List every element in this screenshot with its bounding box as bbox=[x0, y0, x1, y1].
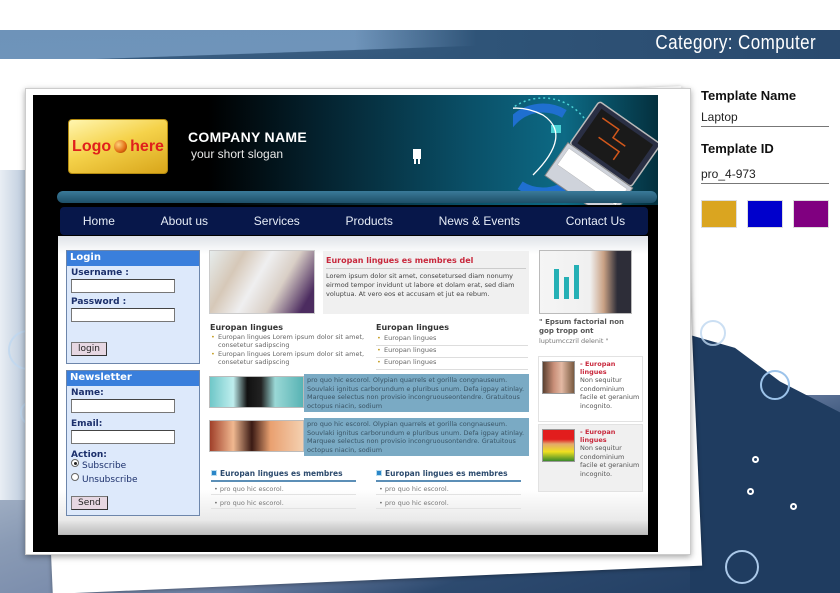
dot-icon bbox=[790, 503, 797, 510]
feature-box: Europan lingues es membres del Lorem ips… bbox=[323, 251, 529, 314]
quote-author: luptumcczril delenit " bbox=[539, 337, 609, 345]
nav-products[interactable]: Products bbox=[346, 214, 393, 228]
col-left-item[interactable]: Europan lingues Lorem ipsum dolor sit am… bbox=[210, 350, 375, 366]
strip-text: pro quo hic escorol. Olypian quarrels et… bbox=[304, 374, 529, 412]
header-divider-bar bbox=[57, 191, 657, 203]
testimonial-text: Non sequitur condominium facile et geran… bbox=[580, 376, 640, 410]
unsubscribe-option[interactable]: Unsubscribe bbox=[71, 473, 195, 485]
template-name-value: Laptop bbox=[701, 110, 829, 127]
unsubscribe-radio[interactable] bbox=[71, 473, 79, 481]
password-input[interactable] bbox=[71, 308, 175, 322]
col-left-item[interactable]: Europan lingues Lorem ipsum dolor sit am… bbox=[210, 333, 375, 349]
list-item[interactable]: • pro quo hic escorol. bbox=[376, 496, 521, 509]
newsletter-email-input[interactable] bbox=[71, 430, 175, 444]
laptop-graphic-icon bbox=[513, 97, 658, 205]
logo-orb-icon bbox=[114, 140, 128, 153]
business-man-photo bbox=[209, 376, 304, 408]
login-box: Login Username : Password : login bbox=[66, 250, 200, 364]
template-screenshot: Logo here COMPANY NAME your short slogan bbox=[33, 95, 658, 552]
username-label: Username : bbox=[71, 268, 129, 278]
newsletter-title: Newsletter bbox=[67, 371, 199, 386]
template-id-label: Template ID bbox=[701, 141, 774, 156]
nav-about-us[interactable]: About us bbox=[161, 214, 208, 228]
list-item[interactable]: • pro quo hic escorol. bbox=[376, 482, 521, 495]
content-bottom-shade bbox=[58, 520, 648, 535]
feature-title[interactable]: Europan lingues es membres del bbox=[326, 256, 526, 269]
logo-text-left: Logo bbox=[72, 137, 112, 155]
testimonial: - Europan lingues Non sequitur condomini… bbox=[538, 356, 643, 422]
testimonial-photo bbox=[542, 429, 575, 462]
send-button[interactable]: Send bbox=[71, 496, 108, 510]
name-label: Name: bbox=[71, 388, 104, 398]
list-item-text[interactable]: pro quo hic escorol. bbox=[220, 499, 284, 507]
newsletter-box: Newsletter Name: Email: Action: Subscrib… bbox=[66, 370, 200, 516]
template-id-value: pro_4-973 bbox=[701, 167, 829, 184]
newsletter-name-input[interactable] bbox=[71, 399, 175, 413]
testimonial-text: Non sequitur condominium facile et geran… bbox=[580, 444, 640, 478]
site-content: Login Username : Password : login Newsle… bbox=[58, 236, 648, 534]
list-heading: Europan lingues es membres bbox=[211, 469, 356, 482]
subscribe-radio[interactable] bbox=[71, 459, 79, 467]
color-swatch-purple[interactable] bbox=[793, 200, 829, 228]
dot-icon bbox=[752, 456, 759, 463]
col-left-heading: Europan lingues bbox=[210, 323, 283, 332]
site-logo[interactable]: Logo here bbox=[68, 119, 168, 174]
square-bullet-icon bbox=[211, 470, 217, 476]
subscribe-option[interactable]: Subscribe bbox=[71, 459, 195, 471]
team-photo bbox=[209, 250, 315, 314]
color-swatch-blue[interactable] bbox=[747, 200, 783, 228]
swirl-icon bbox=[760, 370, 790, 400]
company-slogan: your short slogan bbox=[191, 147, 284, 161]
nav-home[interactable]: Home bbox=[83, 214, 115, 228]
password-label: Password : bbox=[71, 297, 127, 307]
quote-bold: " Epsum factorial non gop tropp ont bbox=[539, 318, 625, 335]
presenter-photo bbox=[539, 250, 632, 314]
testimonial-title[interactable]: - Europan lingues bbox=[580, 428, 642, 444]
strip-text: pro quo hic escorol. Olypian quarrels et… bbox=[304, 418, 529, 456]
list-item[interactable]: • pro quo hic escorol. bbox=[211, 482, 356, 495]
list-item-text[interactable]: pro quo hic escorol. bbox=[385, 485, 449, 493]
square-bullet-icon bbox=[376, 470, 382, 476]
plug-icon bbox=[413, 149, 421, 164]
email-label: Email: bbox=[71, 419, 103, 429]
col-right-heading: Europan lingues bbox=[376, 323, 449, 332]
swirl-icon bbox=[700, 320, 726, 346]
testimonial-title[interactable]: - Europan lingues bbox=[580, 360, 642, 376]
template-name-label: Template Name bbox=[701, 88, 797, 103]
flower-icon bbox=[725, 550, 759, 584]
site-header: Logo here COMPANY NAME your short slogan bbox=[33, 95, 658, 205]
list-item[interactable]: • pro quo hic escorol. bbox=[211, 496, 356, 509]
col-right-link[interactable]: Europan lingues bbox=[376, 358, 528, 370]
nav-services[interactable]: Services bbox=[254, 214, 300, 228]
username-input[interactable] bbox=[71, 279, 175, 293]
list-item-text[interactable]: pro quo hic escorol. bbox=[220, 485, 284, 493]
headset-photo bbox=[209, 420, 304, 452]
testimonial: - Europan lingues Non sequitur condomini… bbox=[538, 424, 643, 492]
nav-news-events[interactable]: News & Events bbox=[439, 214, 520, 228]
action-label: Action: bbox=[71, 450, 107, 460]
category-title: Category: Computer bbox=[655, 32, 816, 54]
feature-text: Lorem ipsum dolor sit amet, conseteturse… bbox=[326, 272, 515, 298]
login-title: Login bbox=[67, 251, 199, 266]
unsubscribe-label: Unsubscribe bbox=[82, 475, 138, 485]
testimonial-photo bbox=[542, 361, 575, 394]
list-heading-text: Europan lingues es membres bbox=[220, 469, 343, 478]
dot-icon bbox=[747, 488, 754, 495]
list-item-text[interactable]: pro quo hic escorol. bbox=[385, 499, 449, 507]
main-navigation: Home About us Services Products News & E… bbox=[60, 207, 648, 235]
subscribe-label: Subscribe bbox=[82, 461, 127, 471]
login-button[interactable]: login bbox=[71, 342, 107, 356]
list-heading-text: Europan lingues es membres bbox=[385, 469, 508, 478]
color-swatch-gold[interactable] bbox=[701, 200, 737, 228]
template-preview-page: Category: Computer Template Name Laptop … bbox=[0, 0, 840, 593]
col-right-link[interactable]: Europan lingues bbox=[376, 346, 528, 358]
nav-contact-us[interactable]: Contact Us bbox=[566, 214, 625, 228]
col-right-link[interactable]: Europan lingues bbox=[376, 334, 528, 346]
logo-text-right: here bbox=[130, 137, 164, 155]
list-heading: Europan lingues es membres bbox=[376, 469, 521, 482]
company-name: COMPANY NAME bbox=[188, 129, 307, 145]
